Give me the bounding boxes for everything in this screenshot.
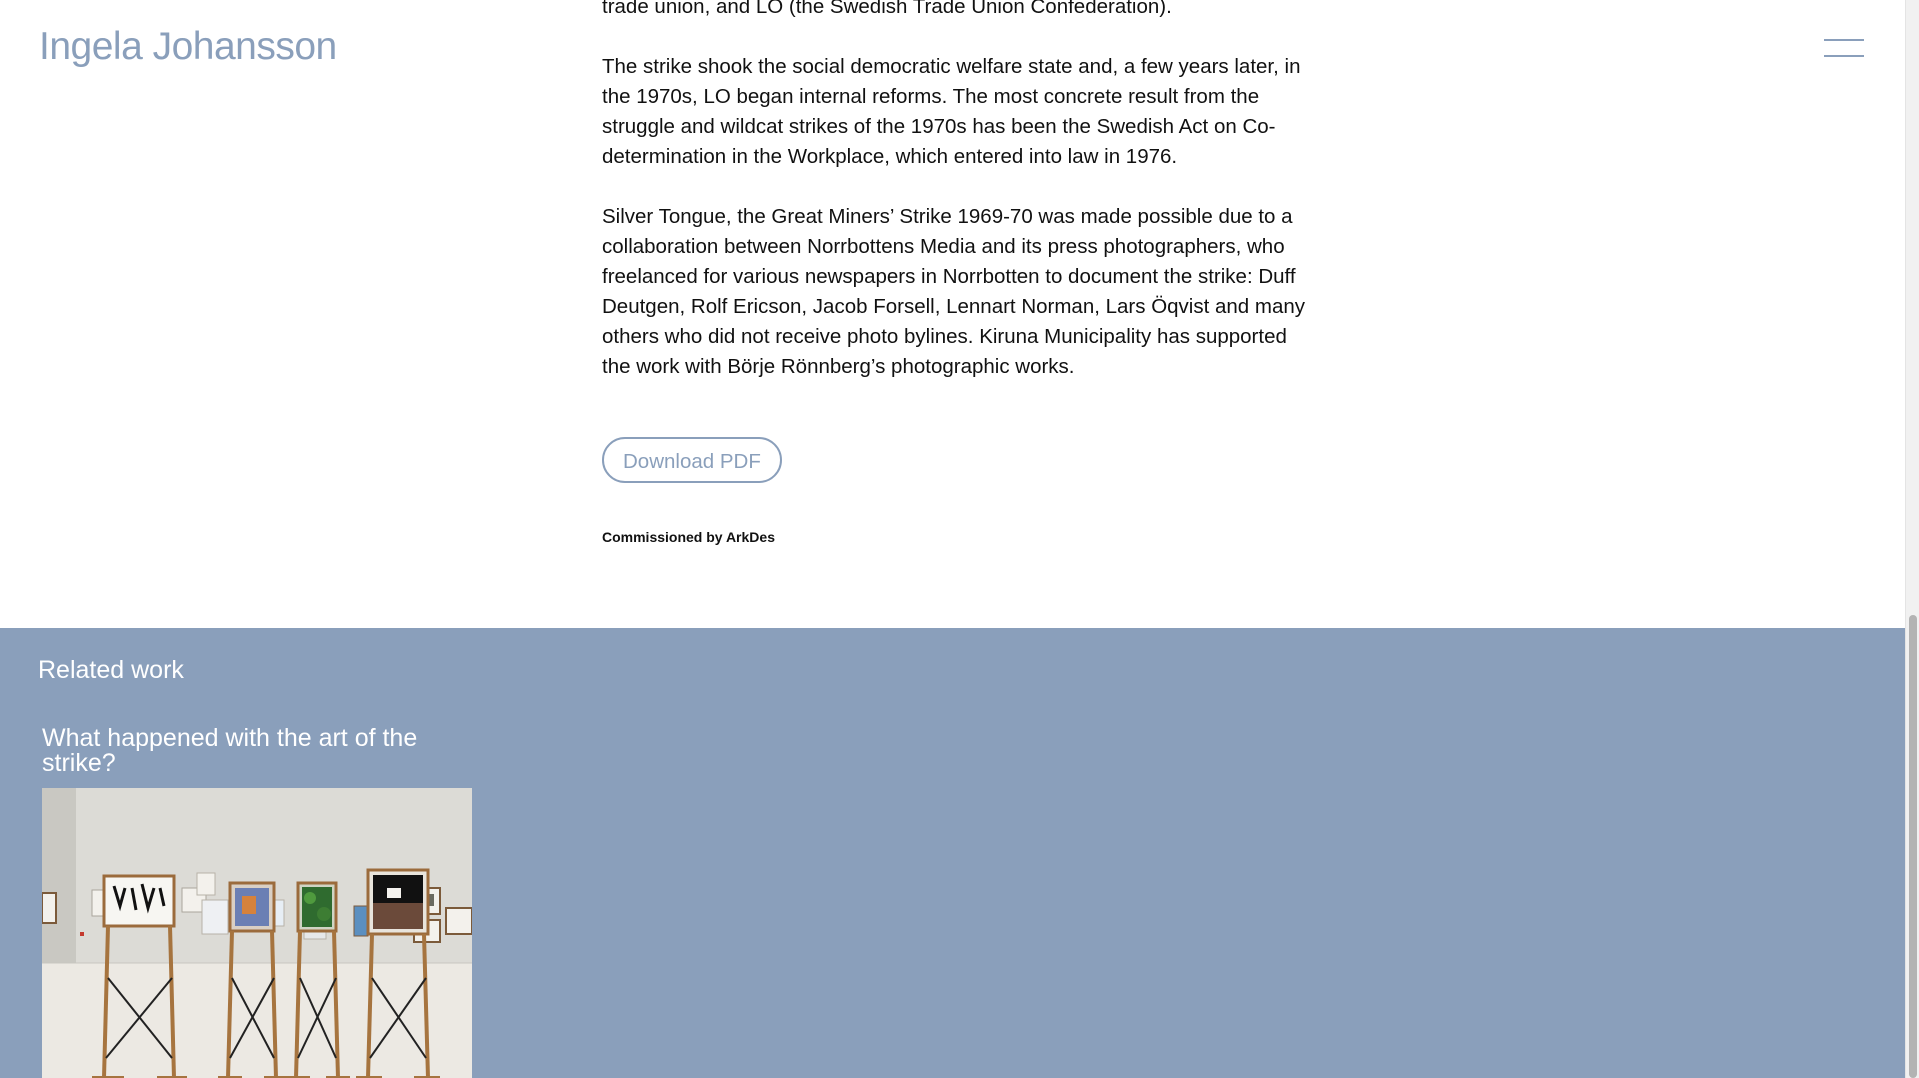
related-work-section: Related work What happened with the art … bbox=[0, 628, 1905, 1078]
commission-credit: Commissioned by ArkDes bbox=[602, 529, 775, 545]
article-body: a strike committee formed outside the mi… bbox=[602, 0, 1312, 412]
related-work-title: What happened with the art of the strike… bbox=[42, 724, 418, 777]
related-work-card[interactable]: What happened with the art of the strike… bbox=[42, 726, 472, 1078]
related-work-heading: Related work bbox=[38, 656, 184, 684]
related-work-image bbox=[42, 788, 472, 1078]
page: Ingela Johansson a strike committee form… bbox=[0, 0, 1905, 1078]
menu-button[interactable] bbox=[1818, 38, 1864, 60]
article-paragraph: a strike committee formed outside the mi… bbox=[602, 0, 1172, 18]
article-paragraph: The strike shook the social democratic w… bbox=[602, 55, 1301, 168]
download-pdf-button[interactable]: Download PDF bbox=[602, 437, 782, 483]
site-title-link[interactable]: Ingela Johansson bbox=[39, 24, 337, 71]
scrollbar-thumb[interactable] bbox=[1909, 615, 1917, 1078]
article-paragraph: Silver Tongue, the Great Miners’ Strike … bbox=[602, 205, 1306, 378]
vertical-scrollbar[interactable] bbox=[1905, 0, 1919, 1078]
